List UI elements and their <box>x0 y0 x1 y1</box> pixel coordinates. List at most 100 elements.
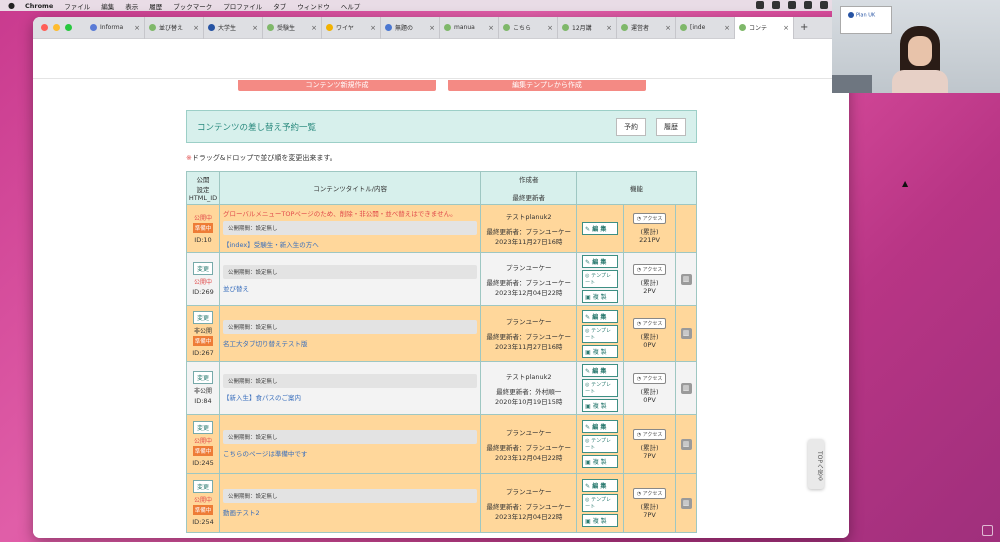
table-row[interactable]: 変更 非公開 ID:84 公開期間：設定無し 【新入生】食パスのご案内 テストp… <box>186 361 697 415</box>
menu-history[interactable]: 履歴 <box>149 1 162 11</box>
tab-close-icon[interactable]: × <box>606 24 612 32</box>
access-button[interactable]: ◔ アクセス <box>632 487 667 499</box>
trash-icon[interactable]: ▥ <box>680 273 692 285</box>
template-button[interactable]: ◎ テンプレート <box>582 435 619 453</box>
trash-icon[interactable]: ▥ <box>680 497 692 509</box>
access-button[interactable]: ◔ アクセス <box>632 372 667 384</box>
total-label: (累計) <box>640 278 659 287</box>
trash-icon[interactable]: ▥ <box>680 382 692 394</box>
content-title-link[interactable]: こちらのページは準備中です <box>223 448 477 458</box>
access-button[interactable]: ◔ アクセス <box>632 428 667 440</box>
tab-close-icon[interactable]: × <box>665 24 671 32</box>
template-create-button[interactable]: 編集テンプレから作成 <box>448 80 646 91</box>
template-button[interactable]: ◎ テンプレート <box>582 379 619 397</box>
change-button[interactable]: 変更 <box>192 371 213 384</box>
new-tab-button[interactable]: + <box>800 22 808 33</box>
menu-profiles[interactable]: プロファイル <box>223 1 262 11</box>
tab-close-icon[interactable]: × <box>252 24 258 32</box>
content-title-link[interactable]: 並び替え <box>223 283 477 293</box>
content-title-link[interactable]: 【新入生】食パスのご案内 <box>223 392 477 402</box>
change-button[interactable]: 変更 <box>192 421 213 434</box>
tab-close-icon[interactable]: × <box>311 24 317 32</box>
copy-label: 複 製 <box>592 403 607 410</box>
edit-button[interactable]: ✎ 編 集 <box>582 222 619 235</box>
tab-close-icon[interactable]: × <box>370 24 376 32</box>
copy-button[interactable]: ▣ 複 製 <box>582 455 619 468</box>
history-button[interactable]: 履歴 <box>656 117 686 136</box>
change-button[interactable]: 変更 <box>192 262 213 275</box>
edit-button[interactable]: ✎ 編 集 <box>582 255 619 268</box>
menu-view[interactable]: 表示 <box>125 1 138 11</box>
content-title-link[interactable]: 名工大タブ切り替えテスト版 <box>223 338 477 348</box>
browser-tab[interactable]: こちら × <box>499 17 558 39</box>
new-content-button[interactable]: コンテンツ新規作成 <box>238 80 436 91</box>
edit-button[interactable]: ✎ 編 集 <box>582 309 619 323</box>
menu-file[interactable]: ファイル <box>64 1 90 11</box>
menu-edit[interactable]: 編集 <box>101 1 114 11</box>
trash-icon[interactable]: ▥ <box>680 328 692 339</box>
access-button[interactable]: ◔ アクセス <box>632 213 667 224</box>
status-icon-1[interactable] <box>756 1 764 9</box>
browser-tab[interactable]: 12月講 × <box>558 17 617 39</box>
reserve-button[interactable]: 予約 <box>616 117 646 136</box>
edit-button[interactable]: ✎ 編 集 <box>582 364 619 377</box>
template-button[interactable]: ◎ テンプレート <box>582 270 619 288</box>
copy-button[interactable]: ▣ 複 製 <box>582 514 619 527</box>
browser-tab[interactable]: 受験生 × <box>263 17 322 39</box>
tab-close-icon[interactable]: × <box>429 24 435 32</box>
browser-tab[interactable]: 無題の × <box>381 17 440 39</box>
prep-badge: 準備中 <box>192 335 214 346</box>
table-row[interactable]: 変更 公開中 準備中 ID:245 公開期間：設定無し こちらのページは準備中で… <box>186 414 697 474</box>
cell-author: プランユーケー 最終更新者：プランユーケー 2023年11月27日16時 <box>480 305 578 362</box>
browser-tab[interactable]: 大学生 × <box>204 17 263 39</box>
template-button[interactable]: ◎ テンプレート <box>582 324 619 343</box>
menu-help[interactable]: ヘルプ <box>341 1 361 11</box>
change-button[interactable]: 変更 <box>192 310 213 324</box>
access-button[interactable]: ◔ アクセス <box>632 318 667 329</box>
back-to-top-button[interactable]: TOPへ戻る <box>808 439 824 489</box>
browser-tab[interactable]: manua × <box>440 17 499 39</box>
browser-tab[interactable]: [inde × <box>676 17 735 39</box>
menu-tab[interactable]: タブ <box>273 1 286 11</box>
status-icon-3[interactable] <box>788 1 796 9</box>
user-icon[interactable] <box>820 1 828 9</box>
status-icon-2[interactable] <box>772 1 780 9</box>
tab-close-icon[interactable]: × <box>193 24 199 32</box>
cell-title: 公開期間：設定無し 名工大タブ切り替えテスト版 <box>218 305 482 362</box>
browser-tab[interactable]: コンテ × <box>735 17 794 39</box>
tab-close-icon[interactable]: × <box>134 24 140 32</box>
menu-app[interactable]: Chrome <box>25 2 53 10</box>
content-title-link[interactable]: 【index】受験生・新入生の方へ <box>223 239 477 249</box>
cell-settings: 変更 公開中 準備中 ID:254 <box>186 473 220 533</box>
edit-button[interactable]: ✎ 編 集 <box>582 479 619 492</box>
table-row[interactable]: 公開中 準備中 ID:10 グローバルメニューTOPページのため、削除・非公開・… <box>186 204 697 253</box>
zoom-window-button[interactable] <box>65 24 72 31</box>
browser-tab[interactable]: ワイヤ × <box>322 17 381 39</box>
minimize-window-button[interactable] <box>53 24 60 31</box>
trash-icon[interactable]: ▥ <box>680 438 692 450</box>
tab-close-icon[interactable]: × <box>783 24 789 32</box>
menu-bookmarks[interactable]: ブックマーク <box>173 1 212 11</box>
table-row[interactable]: 変更 公開中 ID:269 公開期間：設定無し 並び替え プランユーケー 最終更… <box>186 252 697 306</box>
close-window-button[interactable] <box>41 24 48 31</box>
tab-close-icon[interactable]: × <box>488 24 494 32</box>
tab-close-icon[interactable]: × <box>547 24 553 32</box>
edit-button[interactable]: ✎ 編 集 <box>582 420 619 433</box>
copy-button[interactable]: ▣ 複 製 <box>582 290 619 303</box>
tab-close-icon[interactable]: × <box>724 24 730 32</box>
copy-button[interactable]: ▣ 複 製 <box>582 399 619 412</box>
browser-tab[interactable]: 並び替え × <box>145 17 204 39</box>
browser-tab[interactable]: Informa × <box>86 17 145 39</box>
copy-button[interactable]: ▣ 複 製 <box>582 344 619 358</box>
table-row[interactable]: 変更 公開中 準備中 ID:254 公開期間：設定無し 動画テスト2 プランユー… <box>186 473 697 533</box>
cell-author: プランユーケー 最終更新者：プランユーケー 2023年12月04日22時 <box>480 414 578 474</box>
change-button[interactable]: 変更 <box>192 480 213 493</box>
apple-icon[interactable]: ● <box>8 1 15 10</box>
browser-tab[interactable]: 運営者 × <box>617 17 676 39</box>
access-button[interactable]: ◔ アクセス <box>632 263 667 275</box>
table-row[interactable]: 変更 非公開 準備中 ID:267 公開期間：設定無し 名工大タブ切り替えテスト… <box>186 305 697 362</box>
content-title-link[interactable]: 動画テスト2 <box>223 507 477 517</box>
template-button[interactable]: ◎ テンプレート <box>582 494 619 512</box>
bluetooth-icon[interactable] <box>804 1 812 9</box>
menu-window[interactable]: ウィンドウ <box>297 1 330 11</box>
